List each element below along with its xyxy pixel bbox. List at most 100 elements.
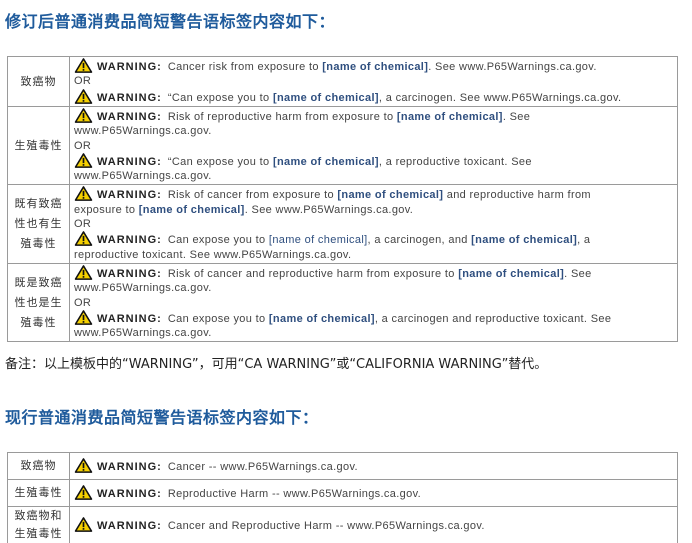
warning-text: Risk of cancer and reproductive harm fro… — [167, 267, 455, 280]
warning-text-cell: WARNING: Cancer -- www.P65Warnings.ca.gov… — [69, 452, 678, 480]
category-label: 殖毒性 — [20, 237, 57, 251]
current-warning-table: 致癌物 WARNING: Cancer -- www.P65Warnings.ca… — [7, 452, 678, 543]
table-row: 致癌物和 生殖毒性 WARNING: Cancer and Reproductiv… — [7, 506, 678, 543]
warning-text: Cancer -- www.P65Warnings.ca.gov. — [167, 460, 358, 473]
warning-text: Cancer risk from exposure to — [167, 61, 319, 74]
heading-current: 现行普通消费品简短警告语标签内容如下： — [5, 408, 319, 427]
warning-label: WARNING: — [97, 267, 162, 280]
category-label: 致癌物 — [20, 74, 57, 88]
or-separator: OR — [74, 139, 92, 152]
category-label: 致癌物和 — [14, 509, 63, 522]
warning-triangle-icon — [74, 153, 93, 168]
chemical-placeholder: [name of chemical] — [272, 155, 379, 168]
chemical-placeholder: [name of chemical] — [322, 61, 429, 74]
table-row: 既是致癌 性也是生 殖毒性 WARNING: Risk of cancer and… — [7, 262, 678, 343]
warning-text-cell: WARNING: Risk of cancer from exposure to … — [69, 184, 678, 264]
note-text: 备注：以上模板中的“WARNING”，可用“CA WARNING”或“CALIF… — [5, 357, 548, 372]
warning-text: , a carcinogen and reproductive toxicant… — [374, 312, 612, 325]
warning-text-cell: WARNING: Risk of cancer and reproductive … — [69, 262, 678, 343]
category-label: 生殖毒性 — [14, 138, 63, 152]
chemical-placeholder: [name of chemical] — [272, 91, 379, 104]
warning-label: WARNING: — [97, 91, 162, 104]
warning-text: and reproductive harm from — [446, 189, 591, 202]
warning-text: reproductive toxicant. See www.P65Warnin… — [74, 248, 352, 261]
warning-text: Cancer and Reproductive Harm -- www.P65W… — [167, 519, 485, 532]
warning-line: WARNING: Risk of cancer and reproductive … — [74, 265, 673, 281]
warning-text: www.P65Warnings.ca.gov. — [74, 327, 212, 340]
warning-label: WARNING: — [97, 234, 162, 247]
warning-triangle-icon — [74, 310, 93, 325]
warning-text: . See — [502, 111, 531, 123]
warning-triangle-icon — [74, 108, 93, 123]
warning-label: WARNING: — [97, 155, 162, 168]
warning-triangle-icon — [74, 265, 93, 280]
chemical-placeholder: [name of chemical] — [268, 312, 375, 325]
warning-line: WARNING: Can expose you to [name of chemi… — [74, 231, 673, 247]
category-cancer: 致癌物 — [7, 452, 70, 480]
warning-line: WARNING: Cancer -- www.P65Warnings.ca.gov… — [74, 458, 673, 474]
warning-text: www.P65Warnings.ca.gov. — [74, 282, 212, 295]
warning-label: WARNING: — [97, 487, 162, 500]
warning-line: WARNING: Risk of cancer from exposure to … — [74, 186, 673, 202]
warning-text: , a reproductive toxicant. See — [378, 155, 532, 168]
category-label: 性也有生 — [14, 217, 63, 231]
warning-text: . See www.P65Warnings.ca.gov. — [428, 61, 597, 74]
chemical-placeholder: [name of chemical] — [396, 111, 503, 123]
warning-text: Risk of cancer from exposure to — [167, 189, 334, 202]
warning-text: . See — [564, 267, 592, 280]
warning-text: . See www.P65Warnings.ca.gov. — [244, 203, 414, 216]
category-cancer-and-reproductive: 致癌物和 生殖毒性 — [7, 506, 70, 543]
warning-text: , a carcinogen. See www.P65Warnings.ca.g… — [378, 91, 622, 104]
warning-text-cell: WARNING: Cancer risk from exposure to [na… — [69, 56, 678, 107]
chemical-placeholder: [name of chemical] — [337, 189, 444, 202]
warning-text: “Can expose you to — [167, 155, 270, 168]
warning-line: WARNING: Risk of reproductive harm from e… — [74, 108, 673, 124]
warning-text: Can expose you to — [167, 312, 266, 325]
warning-label: WARNING: — [97, 189, 162, 202]
warning-text: Risk of reproductive harm from exposure … — [167, 111, 394, 123]
warning-triangle-icon — [74, 186, 93, 201]
warning-text: “Can expose you to — [167, 91, 270, 104]
table-row: 生殖毒性 WARNING: Reproductive Harm -- www.P6… — [7, 479, 678, 507]
warning-line: WARNING: Cancer and Reproductive Harm -- … — [74, 517, 673, 533]
category-reproductive: 生殖毒性 — [7, 105, 70, 186]
category-label: 既有致癌 — [14, 197, 63, 211]
warning-line: WARNING: Reproductive Harm -- www.P65Warn… — [74, 485, 673, 501]
warning-label: WARNING: — [97, 111, 162, 123]
table-row: 致癌物 WARNING: Cancer -- www.P65Warnings.ca… — [7, 452, 678, 480]
table-row: 既有致癌 性也有生 殖毒性 WARNING: Risk of cancer fro… — [7, 184, 678, 264]
warning-label: WARNING: — [97, 519, 162, 532]
category-cancer: 致癌物 — [7, 56, 70, 107]
table-row: 致癌物 WARNING: Cancer risk from exposure to… — [7, 56, 678, 107]
chemical-placeholder: [name of chemical] — [268, 234, 368, 247]
warning-label: WARNING: — [97, 312, 162, 325]
category-label: 性也是生 — [14, 295, 63, 309]
category-label: 生殖毒性 — [14, 527, 63, 540]
category-label: 殖毒性 — [20, 315, 57, 329]
warning-text: exposure to — [74, 203, 136, 216]
warning-line: WARNING: Cancer risk from exposure to [na… — [74, 58, 673, 74]
category-cancer-and-reproductive: 既有致癌 性也有生 殖毒性 — [7, 184, 70, 264]
warning-text-cell: WARNING: Risk of reproductive harm from e… — [69, 105, 678, 186]
warning-text: www.P65Warnings.ca.gov. — [74, 170, 212, 183]
warning-text-cell: WARNING: Reproductive Harm -- www.P65Warn… — [69, 479, 678, 507]
category-label: 既是致癌 — [14, 275, 63, 289]
or-separator: OR — [74, 75, 92, 88]
or-separator: OR — [74, 296, 92, 309]
warning-triangle-icon — [74, 89, 93, 104]
warning-text: , a carcinogen, and — [367, 234, 468, 247]
warning-triangle-icon — [74, 231, 93, 246]
warning-line: WARNING: Can expose you to [name of chemi… — [74, 310, 673, 326]
warning-line: exposure to [name of chemical]. See www.… — [74, 203, 673, 217]
warning-triangle-icon — [74, 458, 93, 473]
category-label: 致癌物 — [20, 459, 57, 472]
chemical-placeholder: [name of chemical] — [471, 234, 578, 247]
revised-warning-table: 致癌物 WARNING: Cancer risk from exposure to… — [7, 56, 678, 343]
category-label: 生殖毒性 — [14, 486, 63, 499]
warning-triangle-icon — [74, 58, 93, 73]
warning-text-cell: WARNING: Cancer and Reproductive Harm -- … — [69, 506, 678, 543]
warning-line: WARNING: “Can expose you to [name of chem… — [74, 89, 673, 105]
warning-triangle-icon — [74, 485, 93, 500]
heading-revised: 修订后普通消费品简短警告语标签内容如下： — [5, 12, 336, 31]
chemical-placeholder: [name of chemical] — [138, 203, 245, 216]
